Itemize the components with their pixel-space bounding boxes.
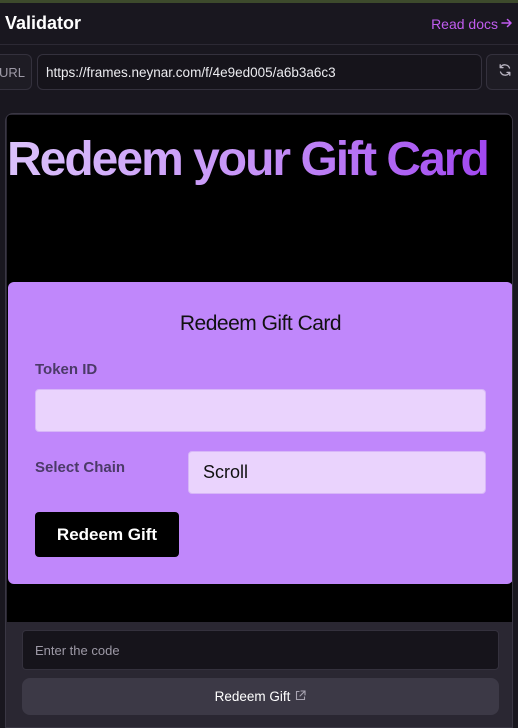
frame-preview: Redeem your Gift Card Redeem Gift Card T… (5, 113, 513, 728)
redeem-gift-label: Redeem Gift (214, 689, 291, 704)
external-link-icon (295, 689, 306, 704)
frame-image: Redeem your Gift Card Redeem Gift Card T… (7, 115, 512, 622)
url-label: URL (0, 54, 32, 90)
card-redeem-button: Redeem Gift (35, 512, 179, 557)
read-docs-label: Read docs (431, 15, 498, 32)
frame-heading: Redeem your Gift Card (7, 131, 512, 189)
arrow-right-icon (501, 16, 513, 32)
token-id-label: Token ID (35, 361, 98, 378)
refresh-icon (498, 63, 512, 82)
refresh-button[interactable] (486, 54, 518, 90)
code-input[interactable] (22, 630, 499, 670)
chain-select: Scroll (188, 451, 486, 494)
select-chain-label: Select Chain (35, 459, 126, 476)
card-title: Redeem Gift Card (179, 312, 342, 335)
url-input[interactable] (37, 54, 482, 90)
page-title: Validator (5, 13, 82, 33)
token-id-field (35, 389, 486, 432)
read-docs-link[interactable]: Read docs (431, 16, 513, 32)
url-bar: URL (0, 52, 518, 92)
validator-header: Validator Read docs (0, 3, 518, 45)
gift-card-form: Redeem Gift Card Token ID Select Chain S… (8, 282, 512, 584)
redeem-gift-button[interactable]: Redeem Gift (22, 678, 499, 715)
frame-actions: Redeem Gift (7, 622, 512, 727)
